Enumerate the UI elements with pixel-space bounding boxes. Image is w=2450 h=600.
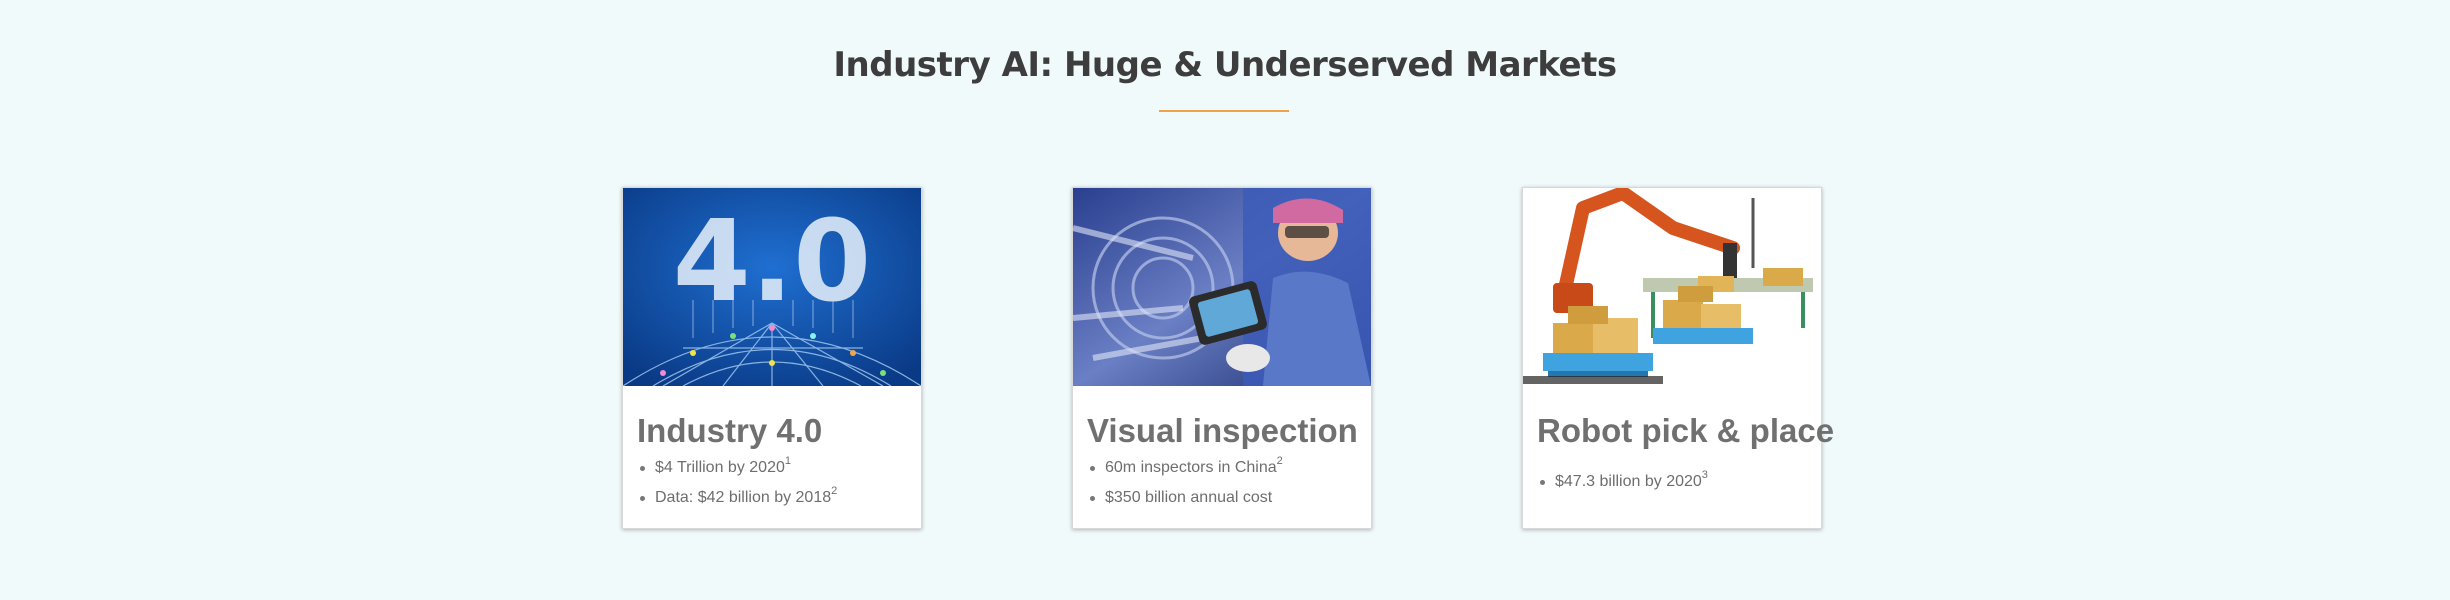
list-item: 60m inspectors in China2 [1090, 453, 1283, 483]
list-item: $4 Trillion by 20201 [639, 453, 837, 483]
industry-4-0-globe-image: 4.0 [623, 188, 921, 386]
card-title: Industry 4.0 [637, 412, 823, 449]
card-title: Robot pick & place [1537, 412, 1835, 449]
image-4-0-text: 4.0 [673, 197, 871, 327]
card-bullet-list: 60m inspectors in China2 $350 billion an… [1087, 453, 1283, 513]
card-robot-pick-place: Robot pick & place $47.3 billion by 2020… [1522, 187, 1834, 529]
title-underline [1159, 110, 1289, 112]
list-item: $350 billion annual cost [1090, 483, 1283, 513]
card-title: Visual inspection [1087, 412, 1358, 449]
list-item: Data: $42 billion by 20182 [639, 483, 837, 513]
list-item: $47.3 billion by 20203 [1540, 467, 1708, 497]
card-bullet-list: $4 Trillion by 20201 Data: $42 billion b… [637, 453, 837, 513]
engine-inspection-photo [1073, 188, 1371, 386]
card-visual-inspection: Visual inspection 60m inspectors in Chin… [1072, 187, 1372, 529]
robot-arm-palletizing-photo [1523, 188, 1821, 386]
card-industry-4-0: 4.0 Industry 4.0 $4 Trillion by 20201 Da… [622, 187, 922, 529]
section-title: Industry AI: Huge & Underserved Markets [833, 45, 1617, 85]
card-bullet-list: $47.3 billion by 20203 [1537, 467, 1708, 497]
